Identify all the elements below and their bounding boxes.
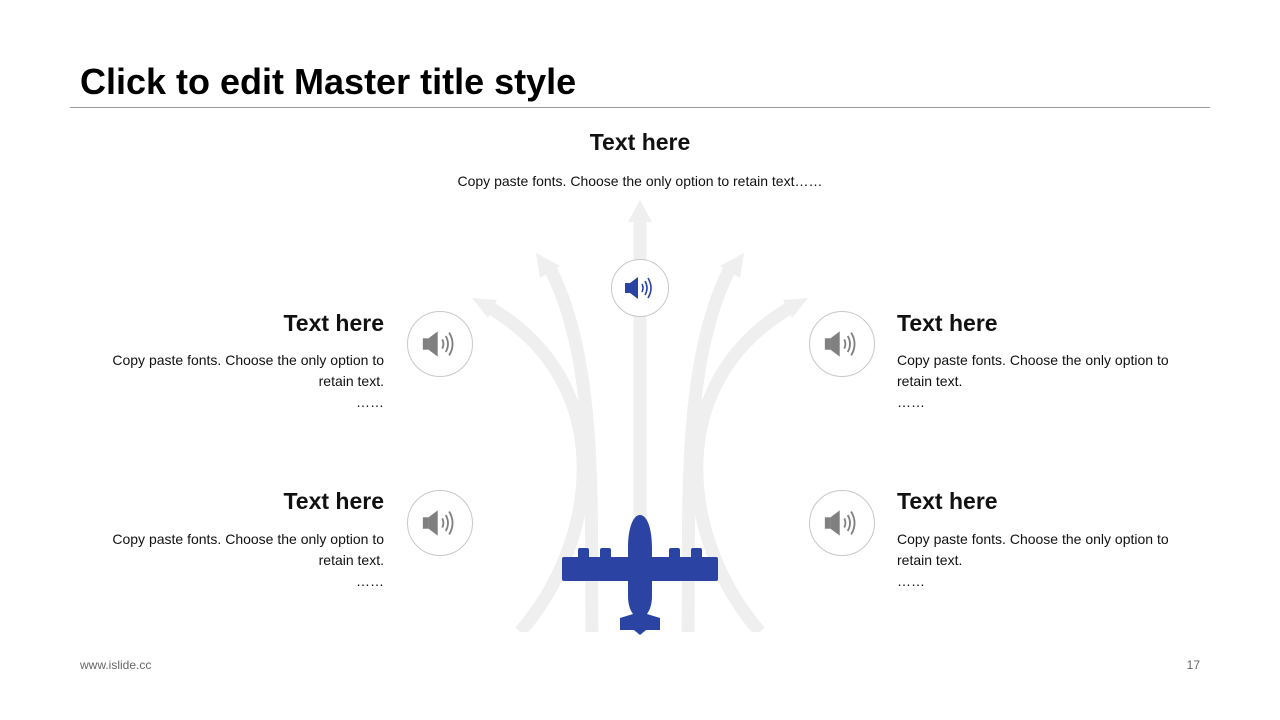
item-left-lower-description: Copy paste fonts. Choose the only option…	[112, 531, 384, 568]
speaker-icon	[625, 277, 652, 299]
item-left-lower-description-block: Copy paste fonts. Choose the only option…	[94, 529, 384, 592]
item-right-upper-ellipsis: ……	[897, 394, 925, 410]
speaker-icon	[422, 510, 454, 536]
item-right-lower-description-block: Copy paste fonts. Choose the only option…	[897, 529, 1187, 592]
arrow-path-outer-left	[481, 299, 590, 637]
item-right-upper-description: Copy paste fonts. Choose the only option…	[897, 352, 1169, 389]
speaker-circle-top	[611, 259, 669, 317]
item-right-upper-description-block: Copy paste fonts. Choose the only option…	[897, 350, 1187, 413]
item-left-lower-heading: Text here	[283, 488, 384, 514]
item-left-upper-heading: Text here	[283, 310, 384, 336]
arrowhead-center	[628, 200, 652, 222]
item-left-upper-description: Copy paste fonts. Choose the only option…	[112, 352, 384, 389]
item-top-heading: Text here	[589, 129, 691, 155]
item-top-description: Copy paste fonts. Choose the only option…	[457, 173, 823, 189]
item-left-upper-description-block: Copy paste fonts. Choose the only option…	[94, 350, 384, 413]
speaker-circle-left-upper	[407, 311, 473, 377]
item-left-upper-ellipsis: ……	[356, 394, 384, 410]
speaker-circle-right-upper	[809, 311, 875, 377]
speaker-icon	[824, 331, 856, 357]
item-right-lower-description: Copy paste fonts. Choose the only option…	[897, 531, 1169, 568]
speaker-icon	[422, 331, 454, 357]
item-right-lower-heading: Text here	[897, 488, 998, 514]
speaker-circle-right-lower	[809, 490, 875, 556]
item-right-upper-heading: Text here	[897, 310, 998, 336]
item-right-lower-ellipsis: ……	[897, 573, 925, 589]
speaker-icon	[824, 510, 856, 536]
footer-url: www.islide.cc	[80, 658, 152, 672]
speaker-circle-left-lower	[407, 490, 473, 556]
arrow-path-outer-right	[690, 299, 799, 637]
page-number: 17	[1186, 658, 1200, 672]
item-left-lower-ellipsis: ……	[356, 573, 384, 589]
